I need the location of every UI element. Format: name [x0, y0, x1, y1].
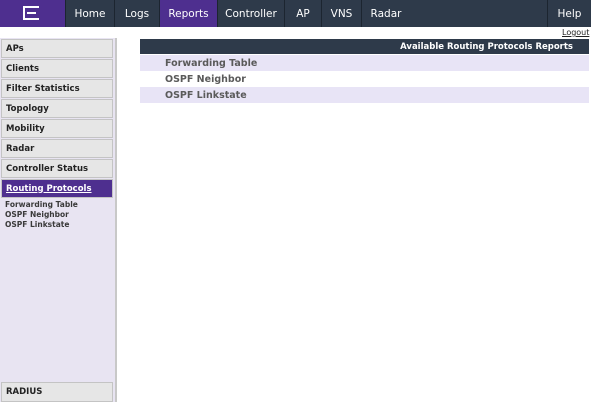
- tab-radar[interactable]: Radar: [361, 0, 410, 27]
- tab-ap[interactable]: AP: [284, 0, 321, 27]
- sidebar-subitem-ospf-neighbor[interactable]: OSPF Neighbor: [5, 210, 69, 220]
- sidebar-item-aps[interactable]: APs: [1, 39, 113, 58]
- sidebar: APs Clients Filter Statistics Topology M…: [0, 38, 117, 402]
- sidebar-subitem-ospf-linkstate[interactable]: OSPF Linkstate: [5, 220, 69, 230]
- tab-logs[interactable]: Logs: [114, 0, 159, 27]
- report-row-ospf-linkstate[interactable]: OSPF Linkstate: [140, 87, 589, 103]
- report-row-ospf-neighbor[interactable]: OSPF Neighbor: [140, 71, 589, 87]
- logo[interactable]: [0, 0, 65, 27]
- tab-reports[interactable]: Reports: [159, 0, 217, 27]
- sidebar-item-controller-status[interactable]: Controller Status: [1, 159, 113, 178]
- report-row-forwarding-table[interactable]: Forwarding Table: [140, 55, 589, 71]
- logo-icon: [23, 6, 39, 20]
- logout-link[interactable]: Logout: [562, 28, 589, 37]
- sidebar-item-topology[interactable]: Topology: [1, 99, 113, 118]
- reports-table-header: Available Routing Protocols Reports: [140, 39, 589, 54]
- sidebar-item-mobility[interactable]: Mobility: [1, 119, 113, 138]
- sidebar-item-filter-statistics[interactable]: Filter Statistics: [1, 79, 113, 98]
- sidebar-subitem-forwarding-table[interactable]: Forwarding Table: [5, 200, 78, 210]
- sidebar-item-radar[interactable]: Radar: [1, 139, 113, 158]
- tab-vns[interactable]: VNS: [321, 0, 361, 27]
- top-nav-bar: Home Logs Reports Controller AP VNS Rada…: [0, 0, 591, 27]
- sidebar-item-clients[interactable]: Clients: [1, 59, 113, 78]
- tab-controller[interactable]: Controller: [217, 0, 284, 27]
- sidebar-item-routing-protocols[interactable]: Routing Protocols: [1, 179, 113, 198]
- tab-help[interactable]: Help: [547, 0, 591, 27]
- tab-home[interactable]: Home: [65, 0, 114, 27]
- sidebar-item-radius[interactable]: RADIUS: [1, 382, 113, 402]
